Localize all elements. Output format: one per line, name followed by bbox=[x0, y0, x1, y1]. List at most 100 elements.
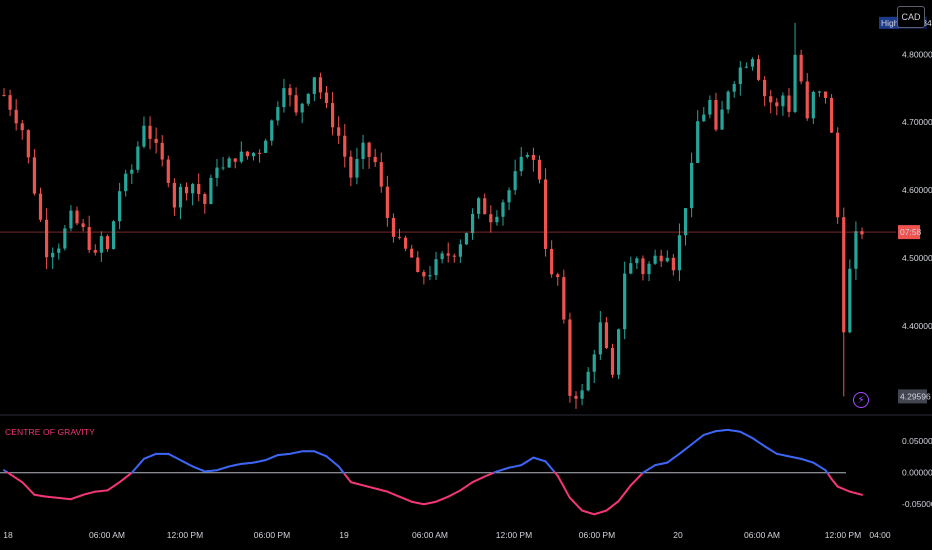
candle-body bbox=[379, 162, 383, 187]
candle-body bbox=[184, 186, 189, 194]
candle-body bbox=[178, 186, 183, 208]
candle-body bbox=[391, 217, 396, 237]
price-tick-label: 4.60000 bbox=[902, 185, 932, 195]
candle-body bbox=[616, 329, 621, 375]
candle-body bbox=[324, 92, 329, 104]
candle-body bbox=[495, 216, 499, 223]
candle-body bbox=[26, 130, 30, 158]
candle-body bbox=[136, 146, 140, 170]
candle-body bbox=[671, 257, 675, 271]
candle-body bbox=[750, 59, 755, 67]
candle-body bbox=[629, 263, 633, 274]
candle-body bbox=[264, 140, 268, 153]
chart-canvas[interactable]: 4.800004.700004.600004.500004.40000High4… bbox=[0, 0, 932, 550]
candle-body bbox=[288, 88, 292, 96]
cog-tick-label: 0.00000 bbox=[902, 468, 932, 478]
candle-body bbox=[434, 259, 438, 276]
candle-body bbox=[440, 253, 444, 260]
time-tick-label: 18 bbox=[3, 530, 13, 540]
candle-body bbox=[276, 107, 280, 121]
candle-body bbox=[270, 120, 274, 141]
candle-body bbox=[732, 84, 736, 92]
candle-body bbox=[683, 208, 688, 236]
lightning-icon[interactable]: ⚡ bbox=[853, 392, 869, 408]
candle-body bbox=[105, 236, 110, 250]
time-tick-label: 06:00 PM bbox=[254, 530, 290, 540]
candle-body bbox=[63, 228, 67, 249]
candle-body bbox=[239, 151, 243, 162]
time-tick-label: 20 bbox=[673, 530, 683, 540]
candle-body bbox=[422, 272, 426, 277]
time-tick-label: 12:00 PM bbox=[496, 530, 532, 540]
candle-body bbox=[361, 142, 365, 159]
candle-body bbox=[172, 182, 176, 208]
candle-body bbox=[653, 255, 657, 264]
candle-body bbox=[51, 252, 55, 258]
candle-body bbox=[118, 191, 122, 222]
candle-body bbox=[245, 151, 250, 157]
candle-body bbox=[233, 158, 237, 162]
candle-body bbox=[690, 162, 694, 209]
candle-body bbox=[93, 250, 97, 253]
candle-body bbox=[580, 390, 584, 399]
candle-body bbox=[166, 159, 170, 183]
candle-body bbox=[574, 395, 578, 399]
cog-line-segment bbox=[857, 493, 863, 496]
time-tick-label: 04:00 bbox=[869, 530, 891, 540]
countdown-label: 07:58 bbox=[900, 227, 922, 237]
candle-body bbox=[763, 79, 767, 97]
candle-body bbox=[215, 167, 219, 178]
candle-body bbox=[507, 190, 511, 203]
price-tick-label: 4.50000 bbox=[902, 253, 932, 263]
candle-body bbox=[854, 231, 858, 269]
candle-body bbox=[257, 152, 262, 154]
candle-body bbox=[519, 156, 523, 172]
candle-body bbox=[81, 223, 85, 228]
candle-body bbox=[556, 274, 560, 278]
time-tick-label: 19 bbox=[339, 530, 349, 540]
candle-body bbox=[489, 214, 493, 223]
candle-body bbox=[209, 177, 213, 205]
candle-body bbox=[696, 121, 700, 163]
candle-body bbox=[811, 91, 815, 119]
candle-body bbox=[373, 156, 377, 163]
candle-body bbox=[799, 54, 803, 82]
candle-body bbox=[99, 236, 103, 253]
candle-body bbox=[860, 231, 864, 235]
candle-body bbox=[842, 217, 846, 333]
candle-body bbox=[641, 258, 645, 275]
candle-body bbox=[251, 152, 256, 157]
low-value: 4.29596 bbox=[900, 391, 931, 401]
candle-body bbox=[677, 235, 682, 271]
time-tick-label: 06:00 AM bbox=[89, 530, 125, 540]
candle-body bbox=[708, 100, 712, 115]
candle-body bbox=[598, 322, 602, 355]
candle-body bbox=[775, 102, 779, 107]
candle-body bbox=[38, 193, 43, 220]
candle-body bbox=[635, 258, 639, 264]
time-tick-label: 12:00 PM bbox=[825, 530, 861, 540]
currency-button[interactable]: CAD bbox=[897, 6, 925, 28]
candle-body bbox=[111, 221, 116, 250]
candle-body bbox=[318, 77, 323, 93]
candle-body bbox=[160, 142, 164, 160]
candle-body bbox=[477, 198, 481, 214]
candle-body bbox=[787, 95, 791, 112]
candle-body bbox=[537, 159, 542, 180]
candle-body bbox=[75, 210, 79, 224]
candle-body bbox=[610, 347, 615, 375]
candle-body bbox=[738, 67, 742, 85]
candle-body bbox=[330, 103, 335, 128]
candle-body bbox=[817, 91, 822, 93]
candle-body bbox=[397, 236, 402, 238]
candle-body bbox=[355, 158, 359, 178]
time-tick-label: 06:00 PM bbox=[579, 530, 615, 540]
candle-body bbox=[550, 248, 554, 275]
candle-body bbox=[604, 322, 609, 348]
candle-body bbox=[647, 263, 651, 275]
candle-body bbox=[367, 142, 371, 157]
candle-body bbox=[726, 91, 730, 110]
candle-body bbox=[312, 77, 316, 94]
candle-body bbox=[464, 233, 469, 245]
candle-body bbox=[44, 219, 49, 258]
